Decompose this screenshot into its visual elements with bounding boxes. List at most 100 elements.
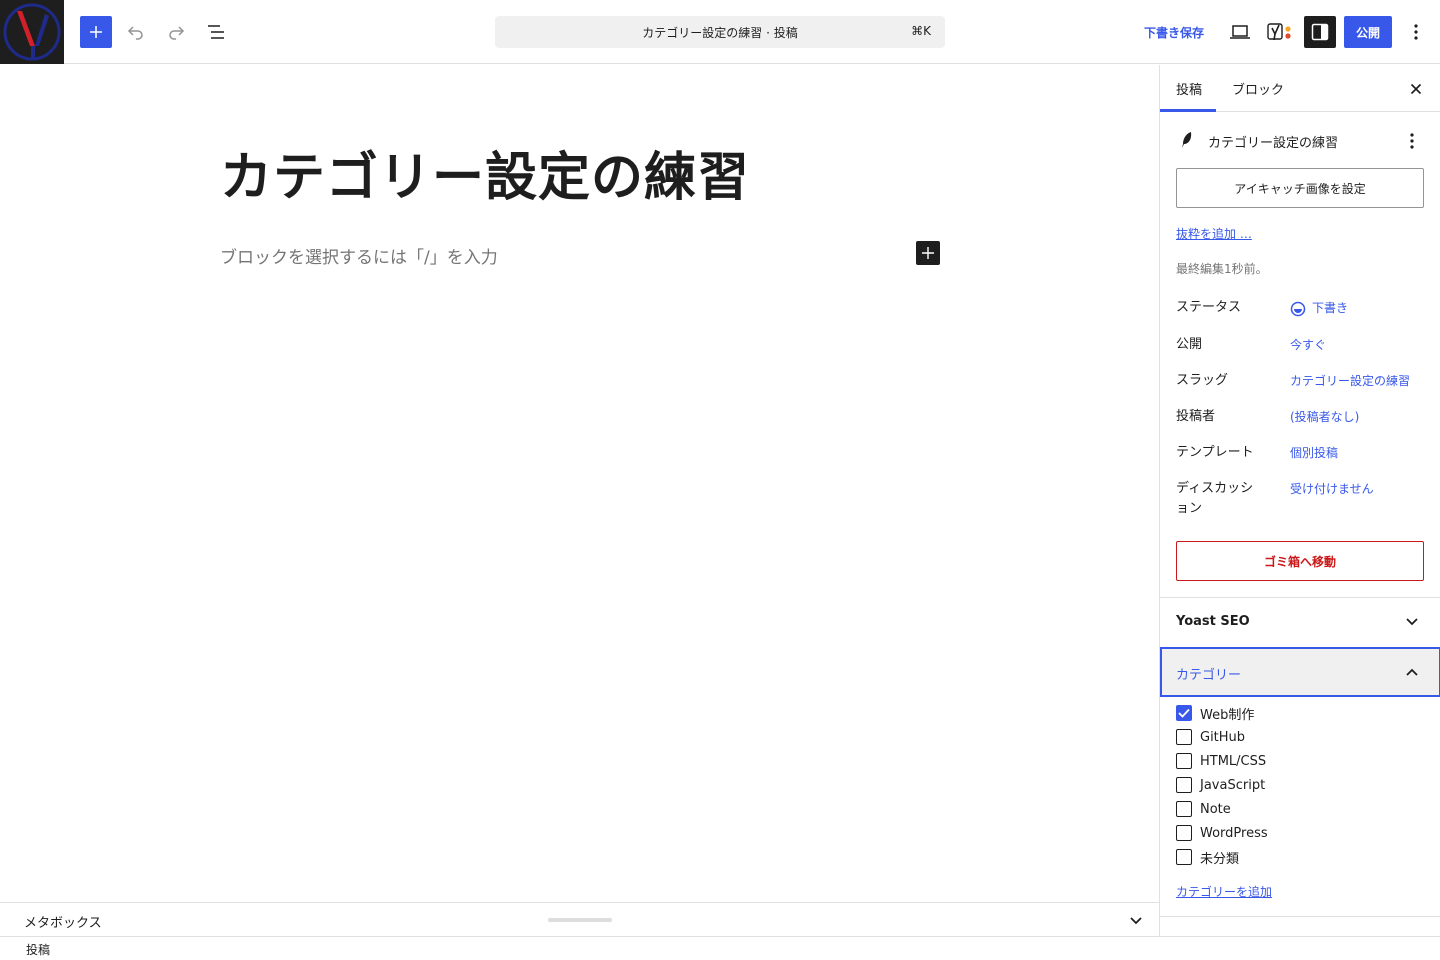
more-vertical-icon	[1414, 24, 1418, 40]
editor-canvas: カテゴリー設定の練習 ブロックを選択するには「/」を入力	[0, 65, 1159, 902]
discussion-button[interactable]: 受け付けません	[1290, 479, 1374, 499]
category-item[interactable]: GitHub	[1176, 725, 1426, 749]
redo-icon	[169, 26, 185, 40]
undo-icon	[127, 26, 143, 40]
category-item[interactable]: 未分類	[1176, 845, 1426, 869]
meta-row-author: 投稿者 (投稿者なし)	[1176, 407, 1426, 427]
meta-label: テンプレート	[1176, 445, 1254, 460]
post-card-title: カテゴリー設定の練習	[1208, 136, 1339, 151]
post-feather-icon	[1182, 132, 1192, 148]
plus-icon	[90, 26, 102, 38]
command-palette-bar[interactable]: カテゴリー設定の練習 · 投稿 ⌘K	[495, 16, 945, 48]
document-title: カテゴリー設定の練習 · 投稿	[642, 25, 798, 40]
publish-date-button[interactable]: 今すぐ	[1290, 335, 1326, 355]
tab-block[interactable]: ブロック	[1232, 65, 1284, 112]
plus-icon	[922, 247, 934, 259]
yoast-chevron	[1400, 610, 1424, 634]
chevron-down-icon	[1406, 618, 1418, 626]
settings-button[interactable]	[1304, 16, 1336, 48]
category-item[interactable]: HTML/CSS	[1176, 749, 1426, 773]
category-item[interactable]: Note	[1176, 797, 1426, 821]
block-inserter-button[interactable]	[80, 16, 112, 48]
close-icon	[1410, 83, 1422, 95]
active-tab-indicator	[1160, 109, 1216, 112]
category-checkbox[interactable]	[1176, 777, 1192, 793]
checkmark-icon	[1178, 708, 1190, 718]
yoast-seo-panel-toggle[interactable]: Yoast SEO	[1160, 598, 1440, 646]
list-view-icon	[208, 25, 224, 39]
metabox-label: メタボックス	[24, 916, 102, 931]
laptop-icon	[1230, 25, 1250, 39]
category-checkbox[interactable]	[1176, 849, 1192, 865]
meta-label: 公開	[1176, 337, 1203, 352]
meta-row-slug: スラッグ カテゴリー設定の練習	[1176, 371, 1426, 391]
preview-button[interactable]	[1224, 16, 1256, 48]
category-panel-title: カテゴリー	[1176, 668, 1242, 683]
post-title[interactable]: カテゴリー設定の練習	[220, 135, 750, 210]
category-panel-toggle[interactable]: カテゴリー	[1160, 647, 1440, 697]
category-checkbox[interactable]	[1176, 729, 1192, 745]
site-logo-button[interactable]	[0, 0, 64, 64]
metabox-toggle-button[interactable]	[1124, 911, 1148, 931]
category-chevron	[1400, 660, 1424, 684]
category-label: 未分類	[1200, 851, 1240, 867]
sidebar-tabs: 投稿 ブロック	[1160, 65, 1440, 112]
category-checkbox[interactable]	[1176, 705, 1192, 721]
yoast-panel-title: Yoast SEO	[1176, 614, 1250, 629]
chevron-down-icon	[1130, 917, 1142, 925]
slug-button[interactable]: カテゴリー設定の練習	[1290, 371, 1410, 391]
set-featured-image-button[interactable]: アイキャッチ画像を設定	[1176, 168, 1424, 208]
meta-label: ステータス	[1176, 300, 1242, 315]
meta-row-template: テンプレート 個別投稿	[1176, 443, 1426, 463]
author-button[interactable]: (投稿者なし)	[1290, 407, 1359, 427]
paragraph-placeholder[interactable]: ブロックを選択するには「/」を入力	[220, 243, 498, 268]
redo-button[interactable]	[160, 16, 192, 48]
template-button[interactable]: 個別投稿	[1290, 443, 1338, 463]
category-item[interactable]: WordPress	[1176, 821, 1426, 845]
site-logo-icon	[3, 3, 61, 61]
draft-status-icon	[1290, 301, 1306, 316]
meta-label: 投稿者	[1176, 409, 1216, 424]
inline-block-inserter-button[interactable]	[916, 241, 940, 265]
options-button[interactable]	[1400, 16, 1432, 48]
yoast-seo-button[interactable]	[1264, 16, 1296, 48]
meta-label: スラッグ	[1176, 373, 1229, 388]
metabox-resize-handle[interactable]	[548, 918, 612, 922]
category-item[interactable]: JavaScript	[1176, 773, 1426, 797]
status-value-button[interactable]: 下書き	[1290, 298, 1348, 318]
category-item[interactable]: Web制作	[1176, 701, 1426, 725]
meta-row-publish: 公開 今すぐ	[1176, 335, 1426, 355]
sidebar-toggle-icon	[1311, 23, 1329, 41]
category-label: JavaScript	[1200, 777, 1266, 793]
category-checkbox[interactable]	[1176, 825, 1192, 841]
breadcrumb[interactable]: 投稿	[26, 941, 50, 958]
category-checkbox[interactable]	[1176, 753, 1192, 769]
undo-button[interactable]	[120, 16, 152, 48]
save-draft-button[interactable]: 下書き保存	[1136, 16, 1212, 48]
command-shortcut: ⌘K	[911, 24, 931, 38]
add-category-link[interactable]: カテゴリーを追加	[1176, 883, 1272, 900]
category-label: Note	[1200, 801, 1231, 817]
settings-sidebar: 投稿 ブロック カテゴリー設定の練習 アイキャッチ画像を設定 抜粋を追加 … 最…	[1159, 65, 1440, 936]
yoast-icon	[1267, 23, 1291, 41]
category-checklist: Web制作 GitHub HTML/CSS JavaScript Note Wo…	[1176, 701, 1426, 869]
move-to-trash-button[interactable]: ゴミ箱へ移動	[1176, 541, 1424, 581]
add-excerpt-link[interactable]: 抜粋を追加 …	[1176, 225, 1252, 242]
publish-button[interactable]: 公開	[1344, 16, 1392, 48]
post-actions-button[interactable]	[1400, 129, 1424, 153]
category-checkbox[interactable]	[1176, 801, 1192, 817]
category-label: WordPress	[1200, 825, 1268, 841]
close-sidebar-button[interactable]	[1404, 77, 1428, 101]
last-edited-text: 最終編集1秒前。	[1176, 262, 1268, 276]
category-label: HTML/CSS	[1200, 753, 1267, 769]
tab-post[interactable]: 投稿	[1176, 65, 1202, 112]
document-overview-button[interactable]	[200, 16, 232, 48]
status-value-text: 下書き	[1312, 301, 1349, 315]
chevron-up-icon	[1406, 668, 1418, 676]
category-label: Web制作	[1200, 707, 1255, 723]
meta-label: ディスカッション	[1176, 481, 1254, 516]
category-label: GitHub	[1200, 729, 1246, 745]
meta-row-status: ステータス 下書き	[1176, 298, 1426, 318]
more-vertical-icon	[1410, 133, 1414, 149]
editor-header: カテゴリー設定の練習 · 投稿 ⌘K 下書き保存 公開	[0, 0, 1440, 64]
